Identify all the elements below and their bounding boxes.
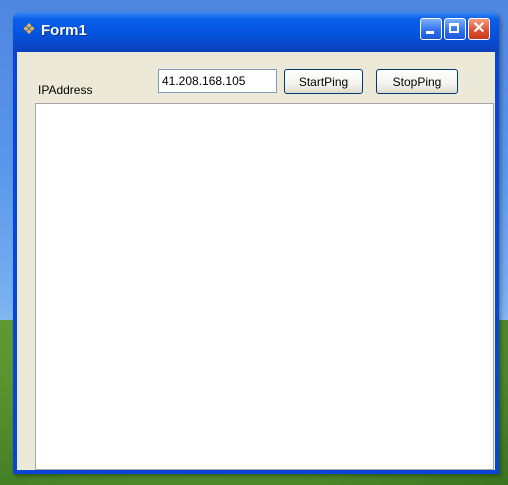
stop-ping-button[interactable]: StopPing xyxy=(376,69,458,94)
maximize-button[interactable] xyxy=(444,18,466,40)
window-title: Form1 xyxy=(41,22,87,39)
close-icon: ✕ xyxy=(472,20,486,37)
ip-address-input[interactable] xyxy=(158,69,277,93)
title-bar[interactable]: ❖ Form1 ✕ xyxy=(13,12,499,52)
close-button[interactable]: ✕ xyxy=(468,18,490,40)
start-ping-button[interactable]: StartPing xyxy=(284,69,363,94)
app-icon: ❖ xyxy=(22,21,36,38)
form1-window: ❖ Form1 ✕ IPAddress StartPing StopPing xyxy=(13,12,499,474)
output-textbox[interactable] xyxy=(35,103,494,470)
client-area: IPAddress StartPing StopPing xyxy=(17,52,495,470)
minimize-icon xyxy=(426,31,434,34)
ip-address-label: IPAddress xyxy=(38,83,93,97)
minimize-button[interactable] xyxy=(420,18,442,40)
maximize-icon xyxy=(449,23,459,33)
